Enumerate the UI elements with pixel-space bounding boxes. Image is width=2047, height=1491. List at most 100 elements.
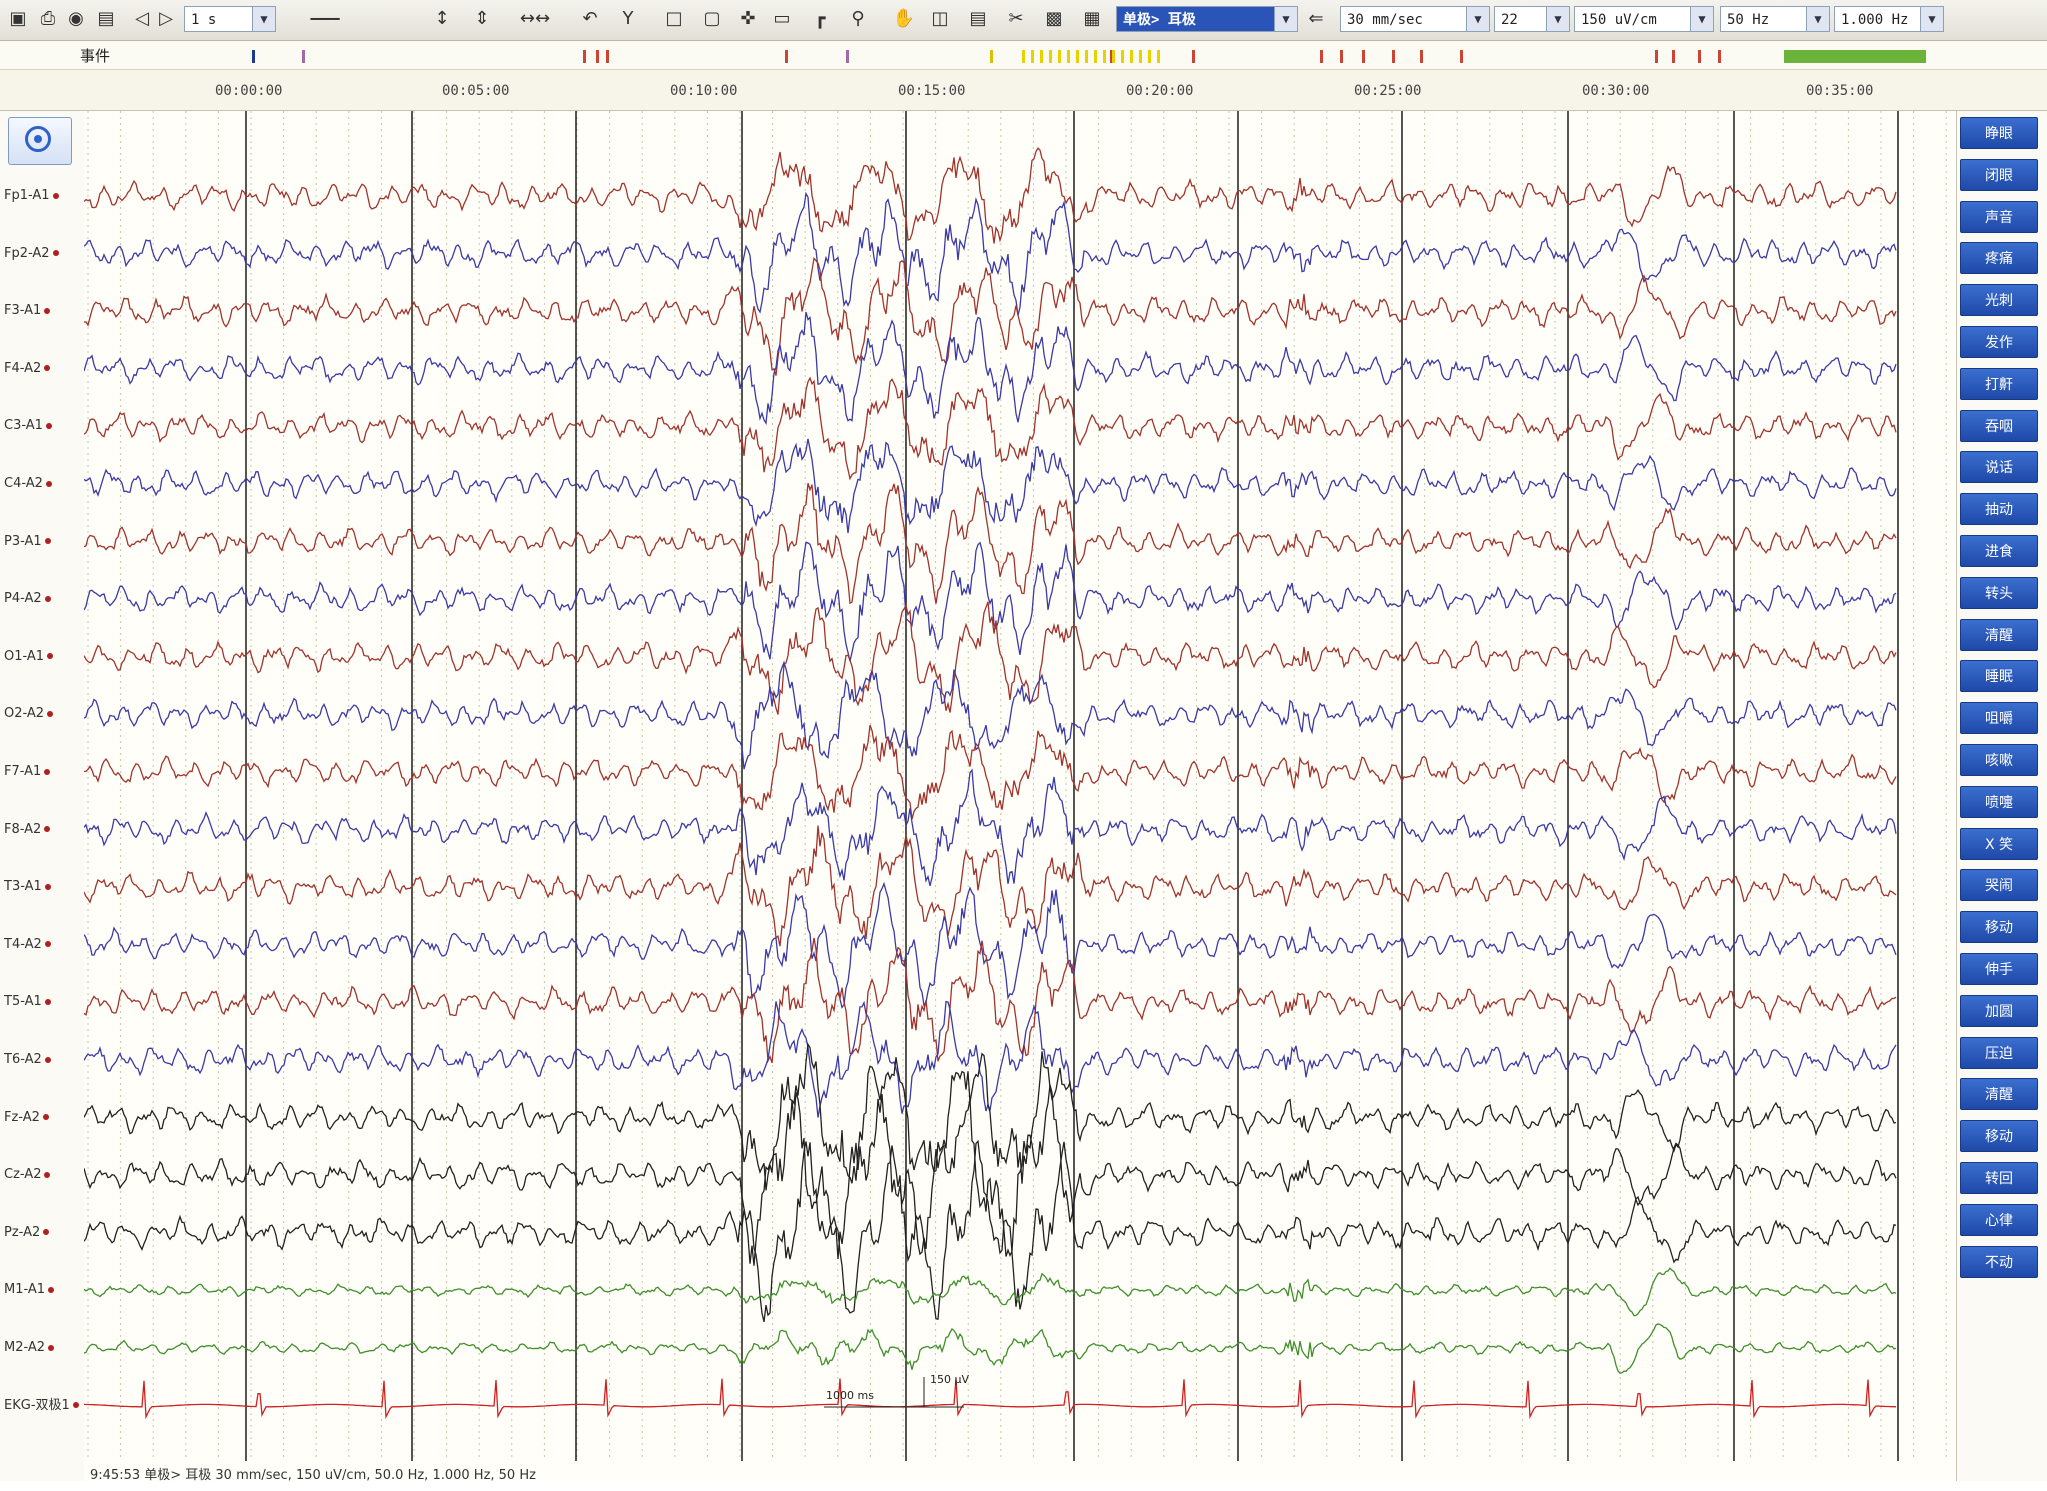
event-button[interactable]: 移动	[1960, 1120, 2038, 1153]
print-icon[interactable]: ⎙	[36, 7, 60, 31]
event-marker[interactable]	[1139, 50, 1142, 63]
event-button[interactable]: 心律	[1960, 1203, 2038, 1236]
event-button[interactable]: 转回	[1960, 1162, 2038, 1194]
event-button[interactable]: 咳嗽	[1960, 744, 2038, 776]
channel-label[interactable]: Fp1-A1	[4, 187, 59, 205]
event-button[interactable]: 声音	[1960, 200, 2038, 233]
event-marker[interactable]	[1058, 50, 1061, 63]
event-marker[interactable]	[1672, 50, 1675, 63]
hf-filter-select[interactable]: 50 Hz ▼	[1720, 6, 1830, 32]
channel-label[interactable]: F7-A1	[4, 763, 51, 781]
event-button[interactable]: 进食	[1960, 535, 2038, 567]
channel-label[interactable]: P4-A2	[4, 590, 51, 608]
event-marker[interactable]	[1076, 50, 1079, 63]
event-button[interactable]: 哭闹	[1960, 869, 2038, 902]
channel-label[interactable]: F8-A2	[4, 821, 51, 839]
image-icon[interactable]: ▩	[1042, 7, 1066, 31]
channel-label[interactable]: Fp2-A2	[4, 245, 59, 263]
select-icon[interactable]: □	[662, 7, 686, 31]
event-marker[interactable]	[1718, 50, 1721, 63]
event-button[interactable]: 咀嚼	[1960, 702, 2038, 735]
event-button[interactable]: 说话	[1960, 451, 2038, 484]
event-marker[interactable]	[1121, 50, 1124, 63]
columns-icon[interactable]: ◫	[928, 7, 952, 31]
event-button[interactable]: 打鼾	[1960, 367, 2038, 400]
event-marker[interactable]	[1022, 50, 1025, 63]
event-marker[interactable]	[1460, 50, 1463, 63]
step-forward-icon[interactable]: ▷	[154, 7, 178, 31]
channel-label[interactable]: M1-A1	[4, 1281, 55, 1299]
event-marker[interactable]	[1340, 50, 1343, 63]
event-button[interactable]: X 笑	[1960, 827, 2038, 860]
event-marker[interactable]	[990, 50, 993, 63]
event-marker[interactable]	[1103, 50, 1106, 63]
event-button[interactable]: 闭眼	[1960, 158, 2038, 191]
channel-label[interactable]: P3-A1	[4, 533, 51, 551]
event-marker[interactable]	[1094, 50, 1097, 63]
event-marker[interactable]	[785, 50, 788, 63]
event-button[interactable]: 清醒	[1960, 618, 2038, 651]
event-marker[interactable]	[583, 50, 586, 63]
channel-label[interactable]: F4-A2	[4, 360, 51, 378]
undo-icon[interactable]: ↶	[578, 7, 602, 31]
event-marker[interactable]	[1049, 50, 1052, 63]
event-button[interactable]: 移动	[1960, 911, 2038, 944]
channel-label[interactable]: Cz-A2	[4, 1166, 51, 1184]
channel-label[interactable]: T5-A1	[4, 993, 51, 1011]
event-marker[interactable]	[1320, 50, 1323, 63]
sensitivity-select[interactable]: 150 uV/cm ▼	[1574, 6, 1714, 32]
channel-label[interactable]: C3-A1	[4, 417, 52, 435]
event-bar[interactable]: 事件	[0, 41, 2047, 70]
event-button[interactable]: 疼痛	[1960, 242, 2038, 275]
timeline-ruler[interactable]: 00:00:00 00:05:00 00:10:00 00:15:00 00:2…	[0, 70, 2047, 111]
event-marker[interactable]	[1085, 50, 1088, 63]
eeg-trace-area[interactable]: 1000 ms 150 µV	[84, 111, 1956, 1481]
split-vertical-icon[interactable]: ↕	[430, 7, 454, 31]
hand-icon[interactable]: ✋	[892, 7, 916, 31]
arrows-horizontal-icon[interactable]: ↔↔	[500, 7, 570, 31]
event-marker[interactable]	[1157, 50, 1160, 63]
rect-icon[interactable]: ▭	[770, 7, 794, 31]
event-marker[interactable]	[606, 50, 609, 63]
archive-icon[interactable]: ▤	[94, 7, 118, 31]
event-button[interactable]: 抽动	[1960, 493, 2038, 526]
montage-target-button[interactable]	[8, 117, 72, 165]
camera-icon[interactable]: ◉	[64, 7, 88, 31]
split-double-icon[interactable]: ⇕	[470, 7, 494, 31]
channel-label[interactable]: O2-A2	[4, 705, 54, 723]
event-marker[interactable]	[596, 50, 599, 63]
event-marker[interactable]	[1112, 50, 1115, 63]
event-button[interactable]: 睁眼	[1960, 117, 2038, 149]
crosshair-icon[interactable]: ✜	[736, 7, 760, 31]
channels-select[interactable]: 22 ▼	[1494, 6, 1570, 32]
channel-label[interactable]: C4-A2	[4, 475, 52, 493]
page-length-select[interactable]: 1 s ▼	[184, 6, 276, 32]
box-icon[interactable]: ▢	[700, 7, 724, 31]
step-back-icon[interactable]: ◁	[130, 7, 154, 31]
event-button[interactable]: 伸手	[1960, 953, 2038, 985]
arrow-left-icon[interactable]: ⇐	[1304, 7, 1328, 31]
event-button[interactable]: 发作	[1960, 326, 2038, 358]
event-button[interactable]: 喷嚏	[1960, 785, 2038, 818]
event-marker[interactable]	[1067, 50, 1070, 63]
zoom-slider-icon[interactable]: ━━━━	[290, 7, 360, 31]
event-marker[interactable]	[1420, 50, 1423, 63]
speed-select[interactable]: 30 mm/sec ▼	[1340, 6, 1490, 32]
window-icon[interactable]: ▦	[1080, 7, 1104, 31]
event-button[interactable]: 吞咽	[1960, 409, 2038, 442]
event-marker[interactable]	[1698, 50, 1701, 63]
event-marker[interactable]	[252, 50, 255, 63]
event-button[interactable]: 光刺	[1960, 284, 2038, 317]
channel-label[interactable]: M2-A2	[4, 1339, 55, 1357]
filter-y-icon[interactable]: Y	[616, 7, 640, 31]
event-marker[interactable]	[1192, 50, 1195, 63]
channel-label[interactable]: O1-A1	[4, 648, 54, 666]
channel-label[interactable]: Fz-A2	[4, 1109, 49, 1127]
cut-icon[interactable]: ✂	[1004, 7, 1028, 31]
channel-label[interactable]: T6-A2	[4, 1051, 51, 1069]
event-button[interactable]: 不动	[1960, 1245, 2038, 1278]
event-button[interactable]: 清醒	[1960, 1078, 2038, 1111]
rows-icon[interactable]: ▤	[966, 7, 990, 31]
event-marker[interactable]	[1130, 50, 1133, 63]
montage-select[interactable]: 单极> 耳极 ▼	[1116, 6, 1298, 32]
